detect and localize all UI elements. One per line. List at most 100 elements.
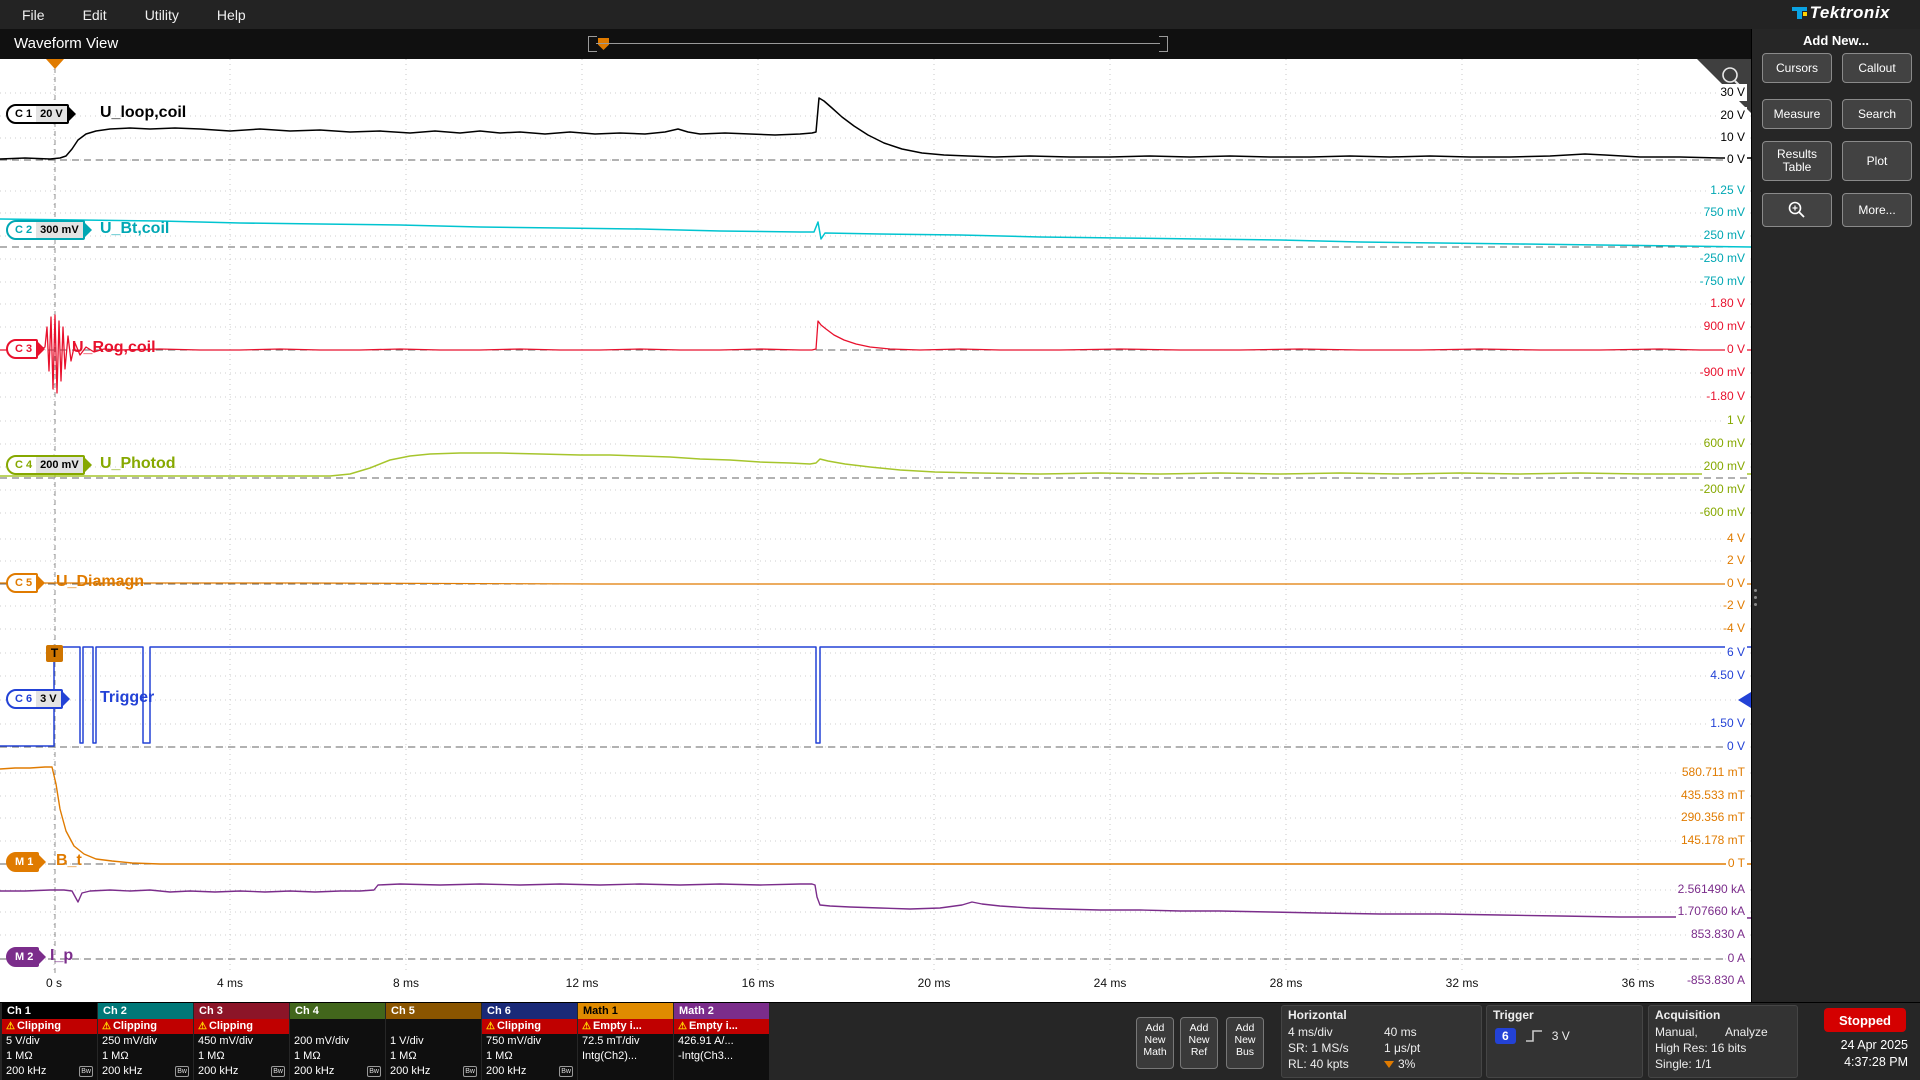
menu-help[interactable]: Help — [217, 7, 246, 23]
add-new-button[interactable]: Add New... — [1752, 33, 1920, 48]
scale-label: -853.830 A — [1685, 972, 1747, 989]
badge-spacer — [386, 1019, 481, 1034]
scale-label: 1.25 V — [1708, 182, 1747, 199]
trace-U_Bt_coil — [0, 219, 1751, 247]
badge-ch5[interactable]: Ch 5 1 V/div 1 MΩ 200 kHzBw — [386, 1003, 481, 1080]
badge-spacer — [290, 1019, 385, 1034]
channel-scale-value: 20 V — [36, 106, 67, 122]
waveform-canvas[interactable] — [0, 59, 1751, 973]
channel-id: C 4 — [8, 459, 36, 471]
search-button[interactable]: Search — [1842, 99, 1912, 129]
bandwidth-limit-icon: Bw — [271, 1066, 285, 1077]
time-tick: 4 ms — [217, 976, 243, 990]
acquisition-panel[interactable]: Acquisition Manual,Analyze High Res: 16 … — [1648, 1005, 1798, 1078]
badge-ch3[interactable]: Ch 3 ⚠Clipping 450 mV/div 1 MΩ 200 kHzBw — [194, 1003, 289, 1080]
channel-badge-c6[interactable]: C 6 3 V — [6, 689, 63, 709]
trigger-level-marker[interactable] — [1738, 692, 1751, 708]
more-button[interactable]: More... — [1842, 193, 1912, 227]
channel-label-m1[interactable]: B_t — [56, 851, 82, 871]
tektronix-logo-mark — [1792, 5, 1807, 21]
badge-spacer — [674, 1064, 769, 1079]
scale-label: -4 V — [1721, 620, 1747, 637]
badge-impedance: 1 MΩ — [198, 1049, 285, 1064]
trigger-position-marker[interactable] — [46, 59, 64, 69]
run-stop-status-button[interactable]: Stopped — [1824, 1008, 1906, 1032]
cursors-button[interactable]: Cursors — [1762, 53, 1832, 83]
badge-bandwidth: 200 kHz — [390, 1064, 461, 1079]
badge-math2[interactable]: Math 2 ⚠Empty i... 426.91 A/... -Intg(Ch… — [674, 1003, 769, 1080]
scale-label: 0 A — [1726, 950, 1747, 967]
results-table-button[interactable]: Results Table — [1762, 141, 1832, 181]
measure-button[interactable]: Measure — [1762, 99, 1832, 129]
badge-ch1[interactable]: Ch 1 ⚠Clipping 5 V/div 1 MΩ 200 kHzBw — [2, 1003, 97, 1080]
zoom-overview-bar[interactable] — [588, 36, 1168, 52]
channel-label-c1[interactable]: U_loop,coil — [100, 103, 186, 123]
scale-label: 4.50 V — [1708, 667, 1747, 684]
bandwidth-limit-icon: Bw — [79, 1066, 93, 1077]
channel-badge-c3[interactable]: C 3 — [6, 339, 38, 359]
badge-scale: 1 V/div — [390, 1034, 477, 1049]
math-badge-m1[interactable]: M 1 — [6, 852, 39, 872]
menubar: File Edit Utility Help Tektronix — [0, 0, 1920, 29]
overview-trigger-marker — [598, 38, 609, 50]
channel-badge-c5[interactable]: C 5 — [6, 573, 38, 593]
waveform-traces — [0, 98, 1751, 918]
menu-utility[interactable]: Utility — [145, 7, 179, 23]
horizontal-window: 40 ms — [1384, 1024, 1417, 1040]
math-badge-m2[interactable]: M 2 — [6, 947, 39, 967]
scale-label: 900 mV — [1702, 318, 1747, 335]
badge-impedance: 1 MΩ — [390, 1049, 477, 1064]
badge-bandwidth: 200 kHz — [486, 1064, 557, 1079]
menu-file[interactable]: File — [22, 7, 45, 23]
trigger-badge[interactable]: T — [46, 645, 63, 662]
scale-label: 0 V — [1725, 151, 1747, 168]
badge-ch4[interactable]: Ch 4 200 mV/div 1 MΩ 200 kHzBw — [290, 1003, 385, 1080]
trigger-panel[interactable]: Trigger 6 3 V — [1486, 1005, 1643, 1078]
callout-button[interactable]: Callout — [1842, 53, 1912, 83]
channel-label-c2[interactable]: U_Bt,coil — [100, 219, 169, 239]
add-new-ref-button[interactable]: Add New Ref — [1180, 1017, 1218, 1069]
channel-label-c6[interactable]: Trigger — [100, 688, 154, 708]
view-titlebar: Waveform View — [0, 29, 1751, 59]
badge-spacer — [578, 1064, 673, 1079]
scale-label: 6 V — [1725, 644, 1747, 661]
graticule — [0, 59, 1751, 973]
channel-label-m2[interactable]: I_p — [50, 946, 73, 966]
acquisition-detail: High Res: 16 bits — [1655, 1040, 1746, 1056]
channel-id: C 2 — [8, 224, 36, 236]
acquisition-analyze: Analyze — [1725, 1024, 1768, 1040]
warning-icon: ⚠ — [102, 1019, 111, 1034]
badge-math1[interactable]: Math 1 ⚠Empty i... 72.5 mT/div Intg(Ch2)… — [578, 1003, 673, 1080]
waveform-plot[interactable]: C 1 20 V C 2 300 mV C 3 C 4 200 mV C 5 T… — [0, 59, 1751, 1002]
add-new-math-button[interactable]: Add New Math — [1136, 1017, 1174, 1069]
trace-Trigger — [0, 647, 1751, 746]
acquisition-single: Single: 1/1 — [1655, 1056, 1712, 1072]
zoom-button[interactable] — [1762, 193, 1832, 227]
trigger-source-badge[interactable]: 6 — [1495, 1028, 1516, 1044]
plot-button[interactable]: Plot — [1842, 141, 1912, 181]
time-tick: 12 ms — [566, 976, 599, 990]
record-length: RL: 40 kpts — [1288, 1056, 1384, 1072]
scale-label: 0 V — [1725, 575, 1747, 592]
channel-label-c4[interactable]: U_Photod — [100, 454, 176, 474]
channel-badge-c1[interactable]: C 1 20 V — [6, 104, 69, 124]
channel-label-c5[interactable]: U_Diamagn — [56, 572, 144, 592]
channel-badge-c4[interactable]: C 4 200 mV — [6, 455, 85, 475]
channel-badge-c2[interactable]: C 2 300 mV — [6, 220, 85, 240]
badge-header: Ch 4 — [290, 1003, 385, 1019]
bandwidth-limit-icon: Bw — [559, 1066, 573, 1077]
panel-splitter-handle[interactable] — [1754, 589, 1757, 606]
add-new-bus-button[interactable]: Add New Bus — [1226, 1017, 1264, 1069]
badge-ch2[interactable]: Ch 2 ⚠Clipping 250 mV/div 1 MΩ 200 kHzBw — [98, 1003, 193, 1080]
channel-id: C 1 — [8, 108, 36, 120]
badge-scale: 72.5 mT/div — [582, 1034, 669, 1049]
scale-label: 10 V — [1718, 129, 1747, 146]
scale-label: 4 V — [1725, 530, 1747, 547]
menu-edit[interactable]: Edit — [83, 7, 107, 23]
horizontal-panel[interactable]: Horizontal 4 ms/div40 ms SR: 1 MS/s1 μs/… — [1281, 1005, 1482, 1078]
trace-U_Photod — [0, 453, 1751, 476]
badge-ch6[interactable]: Ch 6 ⚠Clipping 750 mV/div 1 MΩ 200 kHzBw — [482, 1003, 577, 1080]
trace-U_Diamagn — [0, 583, 1751, 584]
badge-bandwidth: 200 kHz — [198, 1064, 269, 1079]
channel-label-c3[interactable]: U_Rog,coil — [72, 338, 156, 358]
